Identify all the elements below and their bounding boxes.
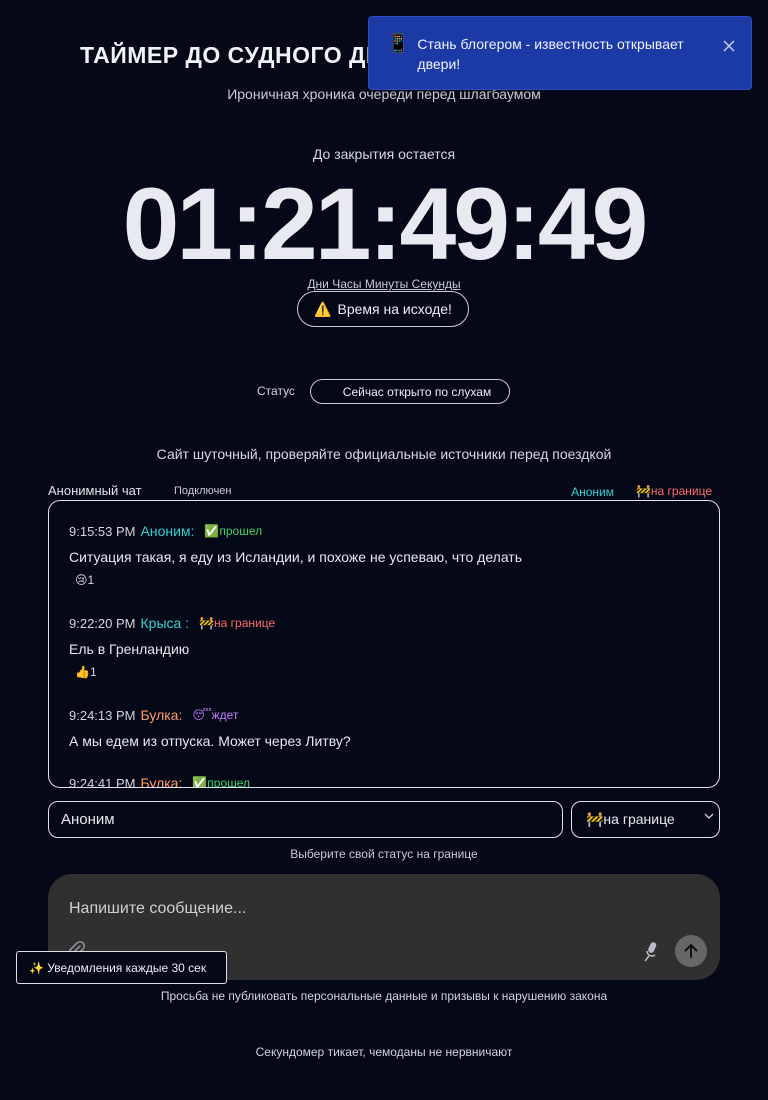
message-status-badge: 😴ждет [192,708,239,722]
countdown-units: Дни Часы Минуты Секунды [307,277,461,291]
chat-message: 9:24:13 PM Булка: 😴ждет А мы едем из отп… [69,707,351,749]
name-input[interactable] [48,801,563,838]
message-author: Крыса : [140,615,190,631]
current-user-name: Аноним [571,485,614,499]
send-button[interactable] [675,935,707,967]
chat-header: Анонимный чат Подключен Аноним 🚧на грани… [48,482,720,500]
message-text: Ель в Гренландию [69,641,190,657]
status-select-hint: Выберите свой статус на границе [290,847,478,861]
chat-message: 9:15:53 PM Аноним: ✅прошел Ситуация така… [69,523,522,589]
chat-message: 9:24:41 PM Булка: ✅прошел [69,775,251,788]
message-input[interactable]: Напишите сообщение... [69,900,246,918]
message-time: 9:24:13 PM [69,707,136,723]
chat-messages[interactable]: 9:15:53 PM Аноним: ✅прошел Ситуация така… [48,500,720,788]
message-text: Ситуация такая, я еду из Исландии, и пох… [69,549,522,565]
close-icon[interactable] [723,37,735,55]
message-time: 9:22:20 PM [69,615,136,631]
phone-icon: 📱 [387,33,410,53]
footer-text: Секундомер тикает, чемоданы не нервничаю… [255,1045,513,1059]
message-time: 9:15:53 PM [69,523,136,539]
chevron-down-icon [703,810,715,825]
status-select[interactable]: 🚧на границе [571,801,720,838]
notifications-button[interactable]: ✨ Уведомления каждые 30 сек [16,951,227,984]
status-badge[interactable]: Сейчас открыто по слухам [310,379,510,404]
message-author: Аноним: [140,523,195,539]
message-author: Булка: [140,707,183,723]
current-user-status: 🚧на границе [635,484,712,498]
message-text: А мы едем из отпуска. Может через Литву? [69,733,351,749]
warning-icon: ⚠️ [314,300,332,317]
status-label: Статус [257,384,295,398]
message-status-badge: ✅прошел [192,776,251,788]
message-status-badge: 🚧на границе [199,616,276,630]
toast-text: Стань блогером - известность открывает д… [417,36,684,72]
chat-title: Анонимный чат [48,483,142,498]
connection-status: Подключен [174,485,232,497]
toast-notification[interactable]: 📱 Стань блогером - известность открывает… [368,16,752,90]
rules-text: Просьба не публиковать персональные данн… [160,989,608,1003]
status-select-value: 🚧на границе [586,811,675,827]
message-status-badge: ✅прошел [204,524,263,538]
message-reaction[interactable]: 😢1 [75,573,94,587]
microphone-icon[interactable] [640,940,660,967]
message-reaction[interactable]: 👍1 [75,665,97,679]
arrow-up-icon [684,944,698,958]
message-author: Булка: [140,775,183,788]
time-warning-label: Время на исходе! [337,301,452,317]
countdown-timer: 01:21:49:49 [122,167,649,281]
disclaimer-text: Сайт шуточный, проверяйте официальные ис… [156,446,612,462]
page-title: ТАЙМЕР ДО СУДНОГО ДНЯ [80,42,401,68]
countdown-label: До закрытия остается [312,146,456,162]
message-time: 9:24:41 PM [69,775,136,788]
time-warning-button[interactable]: ⚠️ Время на исходе! [297,291,469,327]
chat-message: 9:22:20 PM Крыса : 🚧на границе Ель в Гре… [69,615,275,681]
